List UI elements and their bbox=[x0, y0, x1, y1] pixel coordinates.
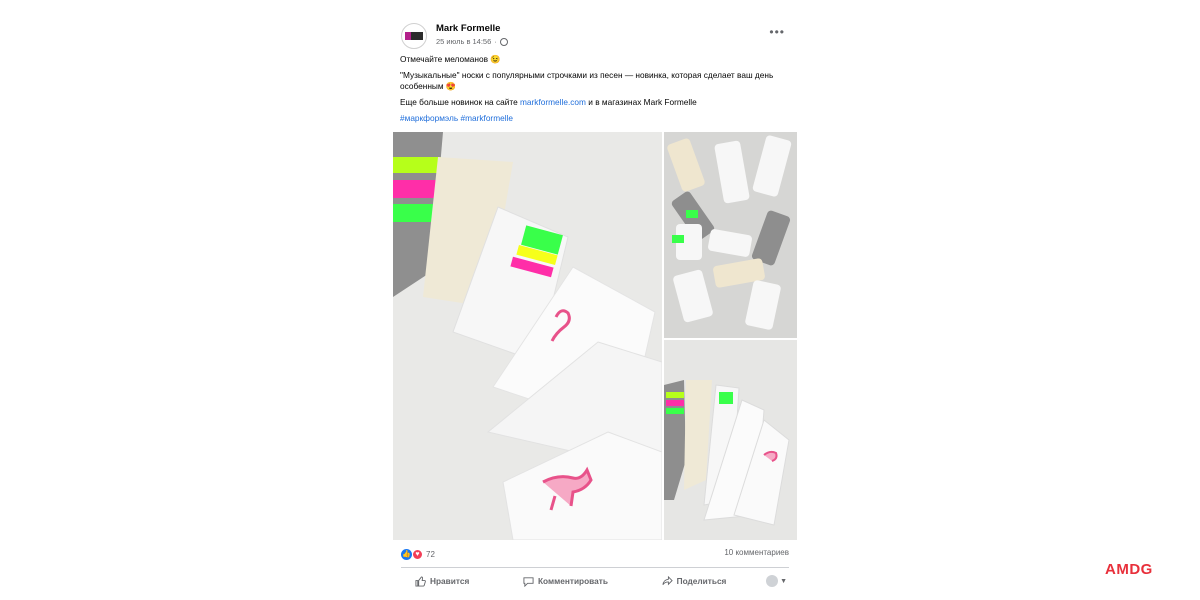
brand-logo-icon bbox=[405, 32, 423, 40]
post-line-1: Отмечайте меломанов 😉 bbox=[400, 54, 501, 64]
post-text: Отмечайте меломанов 😉 "Музыкальные" носк… bbox=[400, 54, 792, 129]
like-button-label: Нравится bbox=[430, 576, 470, 586]
reactions-count: 72 bbox=[426, 549, 435, 559]
post-author[interactable]: Mark Formelle bbox=[436, 23, 500, 34]
post-meta: 25 июль в 14:56 · bbox=[436, 37, 508, 46]
facebook-post: Mark Formelle 25 июль в 14:56 · ••• Отме… bbox=[393, 14, 797, 600]
post-header: Mark Formelle 25 июль в 14:56 · ••• bbox=[401, 22, 789, 52]
post-hashtags[interactable]: #маркформэль #markformelle bbox=[400, 113, 792, 124]
divider bbox=[401, 567, 789, 568]
photo-grid bbox=[393, 132, 797, 540]
user-avatar-icon bbox=[766, 575, 779, 587]
love-icon: ♥ bbox=[412, 548, 423, 560]
comment-button-label: Комментировать bbox=[537, 576, 608, 586]
main-photo[interactable] bbox=[393, 132, 662, 540]
brand-watermark: AMDG bbox=[1105, 561, 1153, 578]
site-link[interactable]: markformelle.com bbox=[520, 97, 586, 107]
share-icon bbox=[662, 575, 673, 585]
post-line-3: Еще больше новинок на сайте markformelle… bbox=[400, 97, 792, 108]
comments-count[interactable]: 10 комментариев bbox=[724, 548, 789, 557]
post-line-3-suffix: и в магазинах Mark Formelle bbox=[585, 97, 697, 107]
side-photo-1[interactable] bbox=[664, 132, 797, 338]
post-actions: Нравится Комментировать Поделиться ▼ bbox=[401, 571, 789, 591]
more-options-icon[interactable]: ••• bbox=[769, 25, 785, 39]
share-button[interactable]: Поделиться bbox=[648, 571, 741, 591]
like-button[interactable]: Нравится bbox=[401, 571, 483, 591]
audience-selector[interactable]: ▼ bbox=[766, 575, 789, 587]
globe-icon bbox=[499, 37, 508, 46]
page-avatar[interactable] bbox=[401, 23, 427, 49]
like-icon: 👍 bbox=[401, 548, 412, 560]
side-photo-2[interactable] bbox=[664, 340, 797, 540]
comment-icon bbox=[523, 576, 534, 587]
share-button-label: Поделиться bbox=[676, 576, 727, 586]
thumbs-up-icon bbox=[415, 575, 426, 587]
post-timestamp[interactable]: 25 июль в 14:56 bbox=[436, 37, 491, 46]
comment-button[interactable]: Комментировать bbox=[509, 571, 622, 591]
post-line-2: "Музыкальные" носки с популярными строчк… bbox=[400, 70, 774, 91]
post-line-3-prefix: Еще больше новинок на сайте bbox=[400, 97, 521, 107]
reactions-summary[interactable]: 👍 ♥ 72 bbox=[401, 548, 435, 560]
chevron-down-icon: ▼ bbox=[780, 577, 787, 585]
